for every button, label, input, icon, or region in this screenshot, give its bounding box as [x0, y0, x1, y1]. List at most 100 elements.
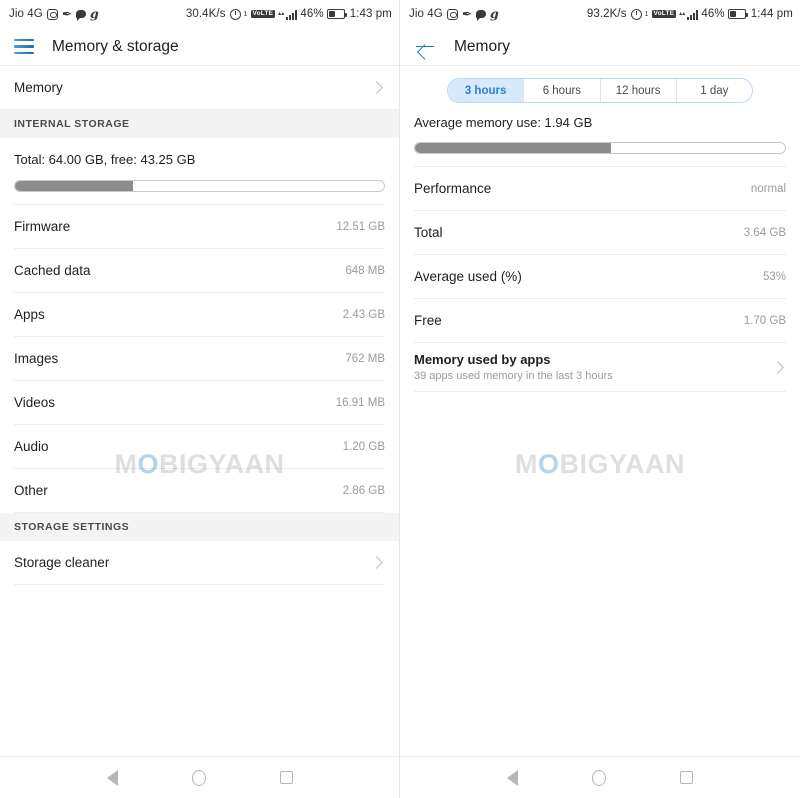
time-range-tabs-wrapper: 3 hours 6 hours 12 hours 1 day: [400, 66, 800, 113]
list-item[interactable]: Total 3.64 GB: [400, 211, 800, 254]
tab-6-hours[interactable]: 6 hours: [524, 79, 601, 102]
time-range-tabs: 3 hours 6 hours 12 hours 1 day: [447, 78, 753, 103]
memory-used-by-apps-sub: 39 apps used memory in the last 3 hours: [414, 370, 613, 382]
watermark-post: BIGYAAN: [559, 449, 686, 479]
app-bar-right: Memory: [400, 28, 800, 66]
left-content: Memory INTERNAL STORAGE Total: 64.00 GB,…: [0, 66, 399, 756]
list-item-value: 2.43 GB: [342, 308, 385, 321]
list-item-label: Images: [14, 351, 59, 366]
list-item-value: 12.51 GB: [336, 220, 385, 233]
list-item-label: Other: [14, 483, 48, 498]
watermark-o: O: [537, 449, 560, 479]
watermark-pre: M: [514, 449, 538, 479]
status-bar-right: Jio 4G ✒ g 93.2K/s 1 VoLTE ▴▴ 46% 1:44 p…: [400, 0, 800, 28]
pen-icon: ✒: [61, 7, 72, 21]
tab-3-hours[interactable]: 3 hours: [448, 79, 525, 102]
list-item[interactable]: Apps 2.43 GB: [0, 293, 399, 336]
alarm-icon: [630, 8, 642, 20]
back-arrow-icon[interactable]: [414, 36, 436, 58]
list-item[interactable]: Performance normal: [400, 167, 800, 210]
list-item-value: 2.86 GB: [342, 484, 385, 497]
list-item-label: Performance: [414, 181, 492, 196]
tab-1-day[interactable]: 1 day: [676, 79, 752, 102]
volte-icon: VoLTE: [250, 9, 276, 19]
list-item-value: 16.91 MB: [335, 396, 385, 409]
signal-secondary-icon: ▴▴: [679, 10, 686, 17]
g-icon: g: [490, 5, 499, 21]
nav-back-icon[interactable]: [106, 769, 118, 786]
battery-icon: [326, 9, 348, 19]
clock-label: 1:44 pm: [750, 8, 793, 20]
status-bar-right-group: 30.4K/s 1 VoLTE ▴▴ 46% 1:43 pm: [186, 8, 392, 20]
dual-screenshot-container: Jio 4G ✒ g 30.4K/s 1 VoLTE ▴▴ 46% 1:43 p…: [0, 0, 800, 798]
list-item[interactable]: Firmware 12.51 GB: [0, 205, 399, 248]
list-item-value: 3.64 GB: [743, 226, 786, 239]
carrier-label: Jio 4G: [409, 8, 443, 20]
watermark: MOBIGYAAN: [400, 449, 800, 480]
list-item-label: Firmware: [14, 219, 71, 234]
storage-breakdown-list: Firmware 12.51 GB Cached data 648 MB Apps 2.4…: [0, 205, 399, 513]
list-item-label: Average used (%): [414, 269, 522, 284]
memory-used-by-apps-texts: Memory used by apps 39 apps used memory …: [414, 352, 613, 382]
list-item-label: Videos: [14, 395, 56, 410]
list-item-value: normal: [750, 182, 786, 195]
list-item[interactable]: Average used (%) 53%: [400, 255, 800, 298]
network-speed-label: 30.4K/s: [185, 8, 226, 20]
chevron-right-icon: [370, 556, 383, 569]
battery-icon: [727, 9, 749, 19]
list-item-value: 53%: [762, 270, 786, 283]
memory-row[interactable]: Memory: [0, 66, 399, 109]
memory-row-label: Memory: [14, 80, 63, 95]
nav-recents-icon[interactable]: [279, 771, 293, 784]
alarm-icon: [229, 8, 241, 20]
list-item-value: 1.70 GB: [743, 314, 786, 327]
nav-home-icon[interactable]: [592, 769, 606, 786]
list-item[interactable]: Free 1.70 GB: [400, 299, 800, 342]
memory-stats-list: Performance normal Total 3.64 GB Average use…: [400, 167, 800, 343]
battery-percent-label: 46%: [300, 8, 324, 20]
chat-bubble-icon: [476, 10, 486, 21]
list-item[interactable]: Audio 1.20 GB: [0, 425, 399, 468]
page-title: Memory: [454, 37, 510, 55]
storage-total-label: Total: 64.00 GB, free: 43.25 GB: [14, 152, 196, 167]
internal-storage-summary: Total: 64.00 GB, free: 43.25 GB: [0, 138, 399, 204]
carrier-label: Jio 4G: [9, 8, 43, 20]
status-bar-right-group: 93.2K/s 1 VoLTE ▴▴ 46% 1:44 pm: [587, 8, 793, 20]
signal-bars-icon: [286, 9, 298, 20]
pen-icon: ✒: [461, 7, 472, 21]
nav-recents-icon[interactable]: [680, 771, 693, 784]
alarm-superscript: 1: [243, 10, 248, 18]
chevron-right-icon: [771, 360, 784, 374]
signal-secondary-icon: ▴▴: [278, 10, 285, 17]
list-item-label: Free: [414, 313, 442, 328]
right-phone-screen: Jio 4G ✒ g 93.2K/s 1 VoLTE ▴▴ 46% 1:44 p…: [400, 0, 800, 798]
section-header-internal-storage: INTERNAL STORAGE: [0, 110, 399, 138]
storage-cleaner-row[interactable]: Storage cleaner: [0, 541, 399, 584]
list-item-label: Total: [414, 225, 443, 240]
status-bar-left-group: Jio 4G ✒ g: [9, 7, 99, 21]
nav-back-icon[interactable]: [507, 769, 518, 786]
network-speed-label: 93.2K/s: [586, 8, 627, 20]
alarm-superscript: 1: [644, 10, 649, 18]
list-item[interactable]: Images 762 MB: [0, 337, 399, 380]
right-content: 3 hours 6 hours 12 hours 1 day Average memo…: [400, 66, 800, 756]
tab-12-hours[interactable]: 12 hours: [600, 79, 677, 102]
battery-percent-label: 46%: [701, 8, 725, 20]
list-item-label: Audio: [14, 439, 49, 454]
signal-bars-icon: [687, 9, 699, 20]
section-header-storage-settings: STORAGE SETTINGS: [0, 513, 399, 541]
storage-usage-bar: [14, 180, 385, 192]
page-title: Memory & storage: [52, 37, 179, 55]
memory-used-by-apps-row[interactable]: Memory used by apps 39 apps used memory …: [400, 343, 800, 391]
hamburger-menu-icon[interactable]: [14, 39, 34, 54]
divider: [414, 391, 786, 392]
camera-icon: [46, 8, 58, 20]
memory-used-by-apps-label: Memory used by apps: [414, 352, 551, 367]
list-item[interactable]: Other 2.86 GB: [0, 469, 399, 512]
list-item[interactable]: Videos 16.91 MB: [0, 381, 399, 424]
storage-cleaner-label: Storage cleaner: [14, 555, 110, 570]
list-item-value: 648 MB: [345, 264, 385, 277]
list-item[interactable]: Cached data 648 MB: [0, 249, 399, 292]
nav-home-icon[interactable]: [191, 769, 206, 786]
clock-label: 1:43 pm: [349, 8, 392, 20]
